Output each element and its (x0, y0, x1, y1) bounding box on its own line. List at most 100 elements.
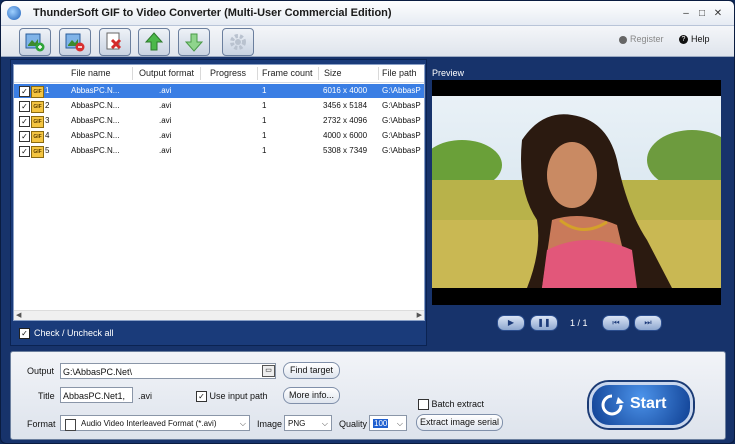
scroll-right-icon[interactable]: ▶ (417, 311, 422, 319)
move-down-button[interactable] (178, 28, 210, 56)
row-size: 3456 x 5184 (323, 101, 368, 110)
horizontal-scrollbar[interactable]: ◀ ▶ (14, 310, 424, 320)
row-size: 2732 x 4096 (323, 116, 368, 125)
find-target-button[interactable]: Find target (283, 362, 340, 379)
row-size: 5308 x 7349 (323, 146, 368, 155)
more-info-button[interactable]: More info... (283, 387, 340, 404)
start-button[interactable]: Start (589, 382, 693, 428)
next-button[interactable]: ⏭ (634, 315, 662, 331)
use-input-path-checkbox[interactable]: ✓ (196, 391, 207, 403)
batch-extract-checkbox[interactable] (418, 399, 429, 411)
row-frame-count: 1 (262, 86, 267, 95)
use-input-path-toggle[interactable]: ✓ Use input path (196, 391, 268, 403)
column-progress[interactable]: Progress (210, 68, 246, 78)
move-up-button[interactable] (138, 28, 170, 56)
row-file-path: G:\AbbasP (382, 116, 421, 125)
row-file-path: G:\AbbasP (382, 146, 421, 155)
close-button[interactable]: ✕ (711, 9, 725, 19)
table-row[interactable]: ✓ GIF 5 AbbasPC.N... .avi 1 5308 x 7349 … (14, 144, 424, 158)
column-file-path[interactable]: File path (382, 68, 417, 78)
delete-icon (106, 32, 122, 50)
row-frame-count: 1 (262, 131, 267, 140)
image-label: Image (257, 419, 283, 429)
gif-icon: GIF (31, 131, 44, 143)
row-file-name: AbbasPC.N... (71, 116, 120, 125)
previous-button[interactable]: ⏮ (602, 315, 630, 331)
row-index: 2 (45, 101, 50, 110)
file-list-panel: File name Output format Progress Frame c… (10, 59, 427, 346)
pause-button[interactable]: ❚❚ (530, 315, 558, 331)
column-size[interactable]: Size (324, 68, 342, 78)
maximize-button[interactable]: □ (695, 9, 709, 19)
quality-label: Quality (339, 419, 368, 429)
row-file-path: G:\AbbasP (382, 86, 421, 95)
key-icon (619, 35, 627, 44)
row-checkbox[interactable]: ✓ (19, 86, 30, 97)
row-output-format: .avi (159, 131, 172, 140)
chevron-down-icon: ⌵ (396, 419, 403, 428)
preview-label: Preview (432, 68, 465, 78)
add-image-icon (25, 33, 45, 52)
gear-icon (230, 34, 246, 50)
quality-select[interactable]: 100 ⌵ (369, 415, 407, 431)
chevron-down-icon: ⌵ (321, 419, 328, 428)
file-list[interactable]: File name Output format Progress Frame c… (13, 64, 425, 321)
video-file-icon (65, 419, 76, 431)
minimize-button[interactable]: – (679, 9, 693, 19)
extract-image-serial-button[interactable]: Extract image serial (416, 414, 503, 431)
toolbar: Register ? Help (1, 26, 734, 57)
output-path-field[interactable]: G:\AbbasPC.Net\ (60, 363, 276, 379)
table-row[interactable]: ✓ GIF 2 AbbasPC.N... .avi 1 3456 x 5184 … (14, 99, 424, 113)
skip-forward-icon: ⏭ (644, 318, 652, 327)
batch-extract-toggle[interactable]: Batch extract (418, 399, 484, 411)
column-output-format[interactable]: Output format (139, 68, 194, 78)
row-file-name: AbbasPC.N... (71, 86, 120, 95)
row-index: 4 (45, 131, 50, 140)
check-all-toggle[interactable]: ✓ Check / Uncheck all (19, 328, 114, 340)
chevron-down-icon: ⌵ (239, 419, 246, 428)
play-button[interactable]: ▶ (497, 315, 525, 331)
settings-button[interactable] (222, 28, 254, 56)
row-file-name: AbbasPC.N... (71, 146, 120, 155)
row-index: 3 (45, 116, 50, 125)
image-format-select[interactable]: PNG ⌵ (284, 415, 332, 431)
app-icon (7, 6, 21, 20)
title-field[interactable]: AbbasPC.Net1, (60, 387, 133, 403)
table-row[interactable]: ✓ GIF 4 AbbasPC.N... .avi 1 4000 x 6000 … (14, 129, 424, 143)
row-size: 4000 x 6000 (323, 131, 368, 140)
row-checkbox[interactable]: ✓ (19, 146, 30, 157)
table-row[interactable]: ✓ GIF 3 AbbasPC.N... .avi 1 2732 x 4096 … (14, 114, 424, 128)
arrow-up-icon (144, 32, 164, 51)
row-checkbox[interactable]: ✓ (19, 101, 30, 112)
register-link[interactable]: Register (619, 34, 664, 44)
add-file-button[interactable] (19, 28, 51, 56)
column-file-name[interactable]: File name (71, 68, 111, 78)
title-extension: .avi (138, 391, 153, 401)
title-label: Title (38, 391, 55, 401)
output-label: Output (27, 366, 55, 376)
format-label: Format (27, 419, 56, 429)
row-checkbox[interactable]: ✓ (19, 131, 30, 142)
remove-file-button[interactable] (59, 28, 91, 56)
pause-icon: ❚❚ (537, 318, 551, 327)
help-icon: ? (679, 35, 688, 45)
gif-icon: GIF (31, 146, 44, 158)
gif-icon: GIF (31, 116, 44, 128)
row-file-path: G:\AbbasP (382, 131, 421, 140)
row-file-name: AbbasPC.N... (71, 131, 120, 140)
play-icon: ▶ (507, 318, 515, 327)
help-link[interactable]: ? Help (679, 34, 710, 45)
scroll-left-icon[interactable]: ◀ (16, 311, 21, 319)
check-all-checkbox[interactable]: ✓ (19, 328, 30, 340)
row-checkbox[interactable]: ✓ (19, 116, 30, 127)
list-header: File name Output format Progress Frame c… (14, 65, 424, 83)
column-frame-count[interactable]: Frame count (262, 68, 313, 78)
format-select[interactable]: Audio Video Interleaved Format (*.avi) ⌵ (60, 415, 250, 431)
row-frame-count: 1 (262, 116, 267, 125)
table-row[interactable]: ✓ GIF 1 AbbasPC.N... .avi 1 6016 x 4000 … (14, 84, 424, 98)
row-output-format: .avi (159, 146, 172, 155)
row-output-format: .avi (159, 101, 172, 110)
row-index: 5 (45, 146, 50, 155)
clear-list-button[interactable] (99, 28, 131, 56)
folder-icon[interactable]: ▭ (262, 365, 275, 377)
